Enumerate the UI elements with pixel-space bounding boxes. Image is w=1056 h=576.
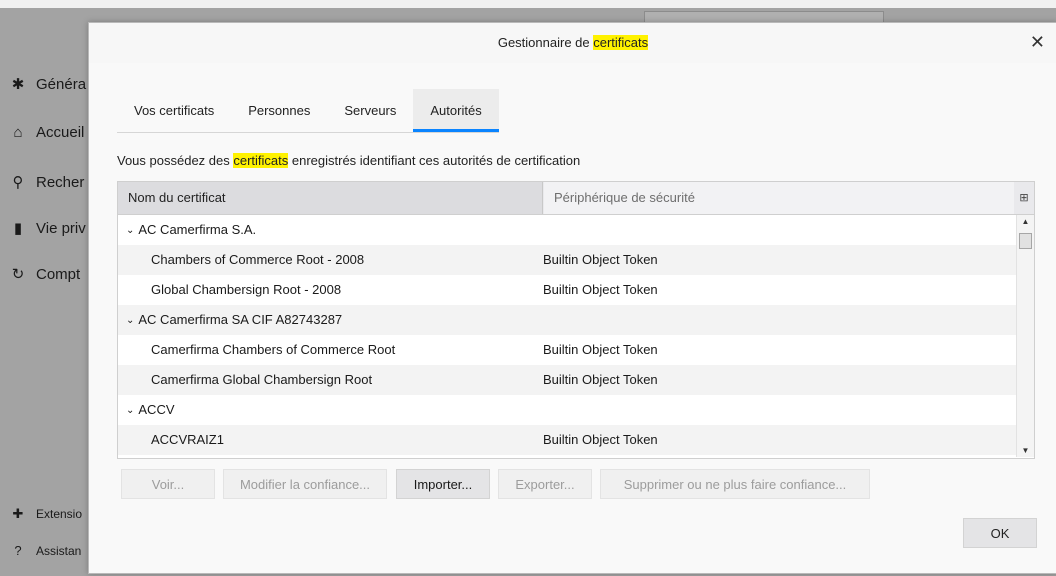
tree-row[interactable]: ACCVRAIZ1 Builtin Object Token <box>118 425 1016 455</box>
column-picker-icon[interactable]: ⊞ <box>1014 182 1034 214</box>
nav-item-label: Généra <box>36 75 87 93</box>
twisty-expanded-icon[interactable]: ⌄ <box>126 216 134 246</box>
sync-icon: ↻ <box>11 266 25 283</box>
scrollbar-thumb[interactable] <box>1019 233 1032 249</box>
tab-authorities[interactable]: Autorités <box>413 89 499 132</box>
security-device: Builtin Object Token <box>543 252 658 267</box>
tree-row[interactable]: Global Chambersign Root - 2008 Builtin O… <box>118 275 1016 305</box>
nav-item-label: Accueil <box>36 124 85 141</box>
lock-icon: ▮ <box>13 220 23 237</box>
certificate-name: Camerfirma Global Chambersign Root <box>151 372 373 387</box>
security-device: Builtin Object Token <box>543 342 658 357</box>
title-text: Gestionnaire de <box>497 35 594 50</box>
tree-rows: ⌄ AC Camerfirma S.A. Chambers of Commerce… <box>118 215 1016 455</box>
column-header-device[interactable]: Périphérique de sécurité <box>544 182 1014 214</box>
tree-group-row[interactable]: ⌄ AC Camerfirma SA CIF A82743287 <box>118 305 1016 335</box>
security-device: Builtin Object Token <box>543 282 658 297</box>
certificate-name: ACCVRAIZ1 <box>151 432 224 447</box>
title-highlight: certificats <box>593 35 649 50</box>
gear-icon: ✱ <box>11 76 25 93</box>
tab-people[interactable]: Personnes <box>231 89 327 132</box>
description-text-end: enregistrés identifiant ces autorités de… <box>288 153 581 168</box>
footer-item-label: Extensio <box>36 507 83 521</box>
nav-item-privacy[interactable]: ▮ Vie priv <box>0 219 86 238</box>
dialog-title: Gestionnaire de certificats <box>89 35 1056 50</box>
twisty-expanded-icon[interactable]: ⌄ <box>126 306 134 336</box>
tree-scrollbar[interactable]: ▲ ▼ <box>1016 215 1034 457</box>
certificate-name: Chambers of Commerce Root - 2008 <box>151 252 365 267</box>
group-name: AC Camerfirma SA CIF A82743287 <box>138 312 343 327</box>
import-button[interactable]: Importer... <box>396 469 490 499</box>
nav-item-search[interactable]: ⚲ Recher <box>0 173 85 192</box>
preferences-top-bar <box>0 0 1056 8</box>
dialog-titlebar: Gestionnaire de certificats ✕ <box>89 23 1056 63</box>
tree-row[interactable]: Chambers of Commerce Root - 2008 Builtin… <box>118 245 1016 275</box>
group-name: ACCV <box>138 402 175 417</box>
edit-trust-button[interactable]: Modifier la confiance... <box>223 469 387 499</box>
footer-item-label: Assistan <box>36 543 82 558</box>
certificate-name: Global Chambersign Root - 2008 <box>151 282 342 297</box>
help-icon: ? <box>14 543 22 558</box>
authorities-description: Vous possédez des certificats enregistré… <box>117 153 580 168</box>
security-device: Builtin Object Token <box>543 372 658 387</box>
tab-servers[interactable]: Serveurs <box>327 89 413 132</box>
security-device: Builtin Object Token <box>543 432 658 447</box>
puzzle-icon: ✚ <box>12 506 24 521</box>
description-highlight: certificats <box>233 153 289 168</box>
nav-item-account[interactable]: ↻ Compt <box>0 265 81 284</box>
tree-row[interactable]: Camerfirma Chambers of Commerce Root Bui… <box>118 335 1016 365</box>
certificate-name: Camerfirma Chambers of Commerce Root <box>151 342 396 357</box>
nav-item-label: Recher <box>36 173 85 191</box>
scroll-up-arrow-icon[interactable]: ▲ <box>1017 217 1034 226</box>
nav-item-home[interactable]: ⌂ Accueil <box>0 124 84 141</box>
group-name: AC Camerfirma S.A. <box>138 222 257 237</box>
tree-row[interactable]: Camerfirma Global Chambersign Root Built… <box>118 365 1016 395</box>
home-icon: ⌂ <box>13 124 23 141</box>
scroll-down-arrow-icon[interactable]: ▼ <box>1017 446 1034 455</box>
ok-button[interactable]: OK <box>963 518 1037 548</box>
export-button[interactable]: Exporter... <box>498 469 592 499</box>
nav-item-general[interactable]: ✱ Généra <box>0 75 87 94</box>
certificate-tree[interactable]: Nom du certificat Périphérique de sécuri… <box>117 181 1035 459</box>
certificate-manager-dialog: Gestionnaire de certificats ✕ Vos certif… <box>88 22 1056 574</box>
view-button[interactable]: Voir... <box>121 469 215 499</box>
close-icon[interactable]: ✕ <box>1030 32 1045 53</box>
footer-item-extensions[interactable]: ✚ Extensio <box>0 506 82 522</box>
tree-group-row[interactable]: ⌄ AC Camerfirma S.A. <box>118 215 1016 245</box>
delete-or-distrust-button[interactable]: Supprimer ou ne plus faire confiance... <box>600 469 870 499</box>
tree-header: Nom du certificat Périphérique de sécuri… <box>118 182 1034 215</box>
column-header-name[interactable]: Nom du certificat <box>118 182 543 214</box>
nav-item-label: Compt <box>36 265 81 283</box>
search-icon: ⚲ <box>12 174 24 191</box>
tree-group-row[interactable]: ⌄ ACCV <box>118 395 1016 425</box>
nav-item-label: Vie priv <box>36 219 86 237</box>
description-text: Vous possédez des <box>117 153 234 168</box>
tab-strip: Vos certificats Personnes Serveurs Autor… <box>117 89 499 133</box>
tab-your-certificates[interactable]: Vos certificats <box>117 89 231 132</box>
twisty-expanded-icon[interactable]: ⌄ <box>126 396 134 426</box>
footer-item-support[interactable]: ? Assistan <box>0 543 81 558</box>
